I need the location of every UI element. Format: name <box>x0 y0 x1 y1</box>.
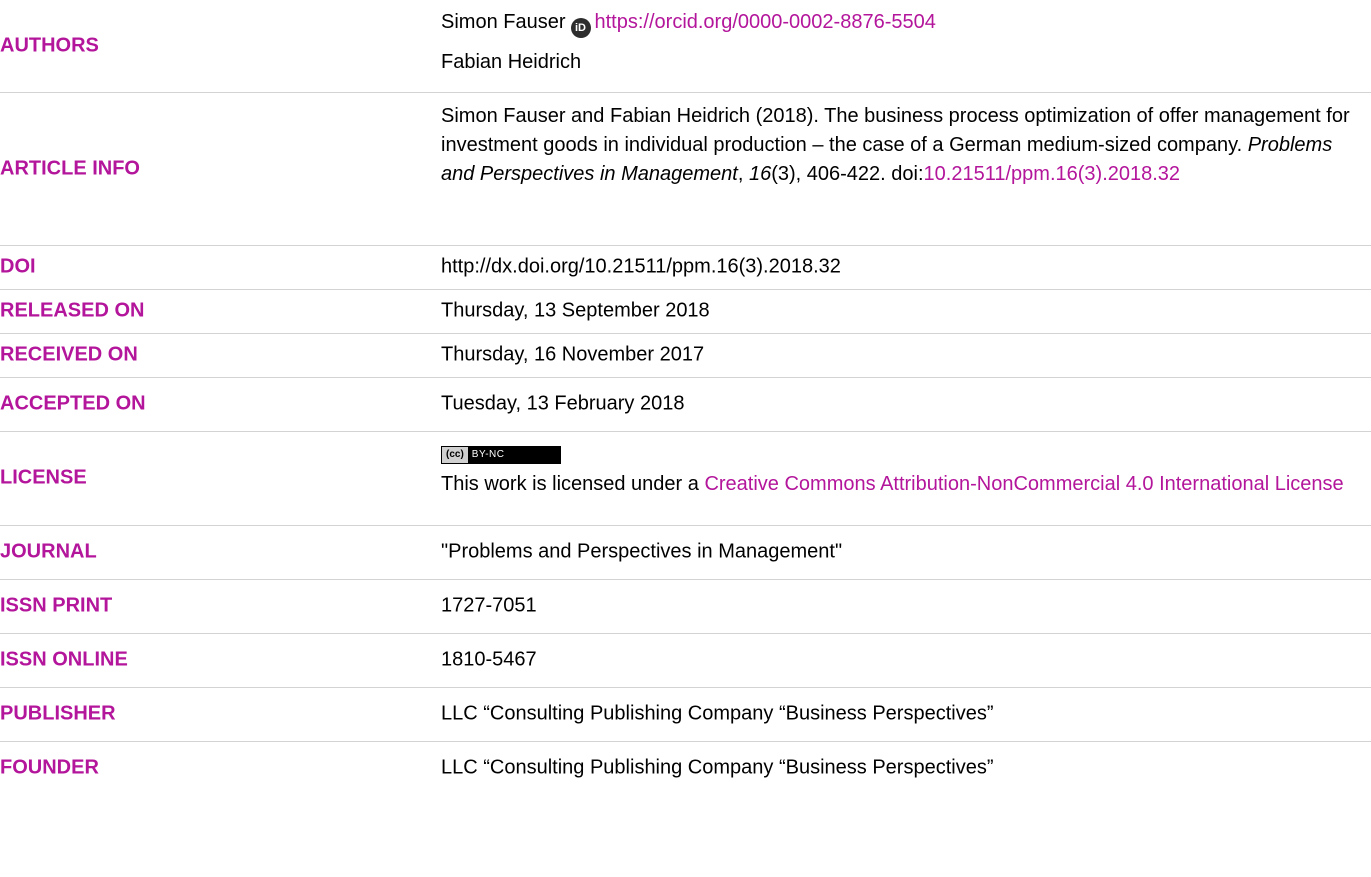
issn-online-label: ISSN ONLINE <box>0 648 128 671</box>
article-info-label: ARTICLE INFO <box>0 157 140 179</box>
founder-label: FOUNDER <box>0 756 99 779</box>
founder-row: FOUNDER LLC “Consulting Publishing Compa… <box>0 741 1371 795</box>
doi-row: DOI http://dx.doi.org/10.21511/ppm.16(3)… <box>0 245 1371 290</box>
doi-value: http://dx.doi.org/10.21511/ppm.16(3).201… <box>441 255 841 278</box>
accepted-value: Tuesday, 13 February 2018 <box>441 392 685 415</box>
publisher-value: LLC “Consulting Publishing Company “Busi… <box>441 702 994 725</box>
journal-value: "Problems and Perspectives in Management… <box>441 540 843 563</box>
citation-prefix: Simon Fauser and Fabian Heidrich (2018).… <box>441 105 1350 156</box>
article-info-row: ARTICLE INFO Simon Fauser and Fabian Hei… <box>0 92 1371 246</box>
citation-separator: , <box>737 163 749 185</box>
journal-row: JOURNAL "Problems and Perspectives in Ma… <box>0 525 1371 580</box>
accepted-row: ACCEPTED ON Tuesday, 13 February 2018 <box>0 377 1371 432</box>
authors-label: AUTHORS <box>0 34 99 57</box>
issn-online-row: ISSN ONLINE 1810-5467 <box>0 633 1371 688</box>
issn-online-value: 1810-5467 <box>441 648 537 671</box>
citation-volume: 16 <box>748 163 772 185</box>
license-value: (cc) BY-NC This work is licensed under a … <box>441 437 1371 499</box>
issn-print-label: ISSN PRINT <box>0 594 113 617</box>
released-row: RELEASED ON Thursday, 13 September 2018 <box>0 289 1371 334</box>
publisher-row: PUBLISHER LLC “Consulting Publishing Com… <box>0 687 1371 742</box>
journal-label: JOURNAL <box>0 540 97 563</box>
received-row: RECEIVED ON Thursday, 16 November 2017 <box>0 333 1371 378</box>
author-name: Simon Fauser <box>441 11 566 33</box>
license-link[interactable]: Creative Commons Attribution-NonCommerci… <box>704 473 1343 495</box>
license-label: LICENSE <box>0 466 87 489</box>
author-name: Fabian Heidrich <box>441 51 582 73</box>
doi-link[interactable]: 10.21511/ppm.16(3).2018.32 <box>924 163 1181 185</box>
citation-pages: (3), 406-422. doi: <box>771 163 924 185</box>
issn-print-row: ISSN PRINT 1727-7051 <box>0 579 1371 634</box>
orcid-link[interactable]: https://orcid.org/0000-0002-8876-5504 <box>595 11 936 33</box>
license-text: This work is licensed under a <box>441 473 705 495</box>
released-label: RELEASED ON <box>0 299 145 322</box>
released-value: Thursday, 13 September 2018 <box>441 299 710 322</box>
authors-row: AUTHORS Simon Fauser iD https://orcid.org/… <box>0 0 1371 93</box>
license-row: LICENSE (cc) BY-NC This work is licensed … <box>0 431 1371 526</box>
issn-print-value: 1727-7051 <box>441 594 537 617</box>
doi-label: DOI <box>0 255 36 278</box>
received-value: Thursday, 16 November 2017 <box>441 343 705 366</box>
founder-value: LLC “Consulting Publishing Company “Busi… <box>441 756 994 779</box>
cc-by-nc-badge-icon[interactable]: (cc) BY-NC <box>441 446 561 464</box>
cc-icon: (cc) <box>442 447 468 463</box>
received-label: RECEIVED ON <box>0 343 138 366</box>
authors-value: Simon Fauser iD https://orcid.org/0000-000… <box>441 8 1371 77</box>
orcid-icon[interactable]: iD <box>570 18 591 38</box>
license-terms: BY-NC <box>471 449 505 460</box>
publisher-label: PUBLISHER <box>0 702 116 725</box>
citation-text: Simon Fauser and Fabian Heidrich (2018).… <box>441 102 1371 189</box>
accepted-label: ACCEPTED ON <box>0 392 146 415</box>
